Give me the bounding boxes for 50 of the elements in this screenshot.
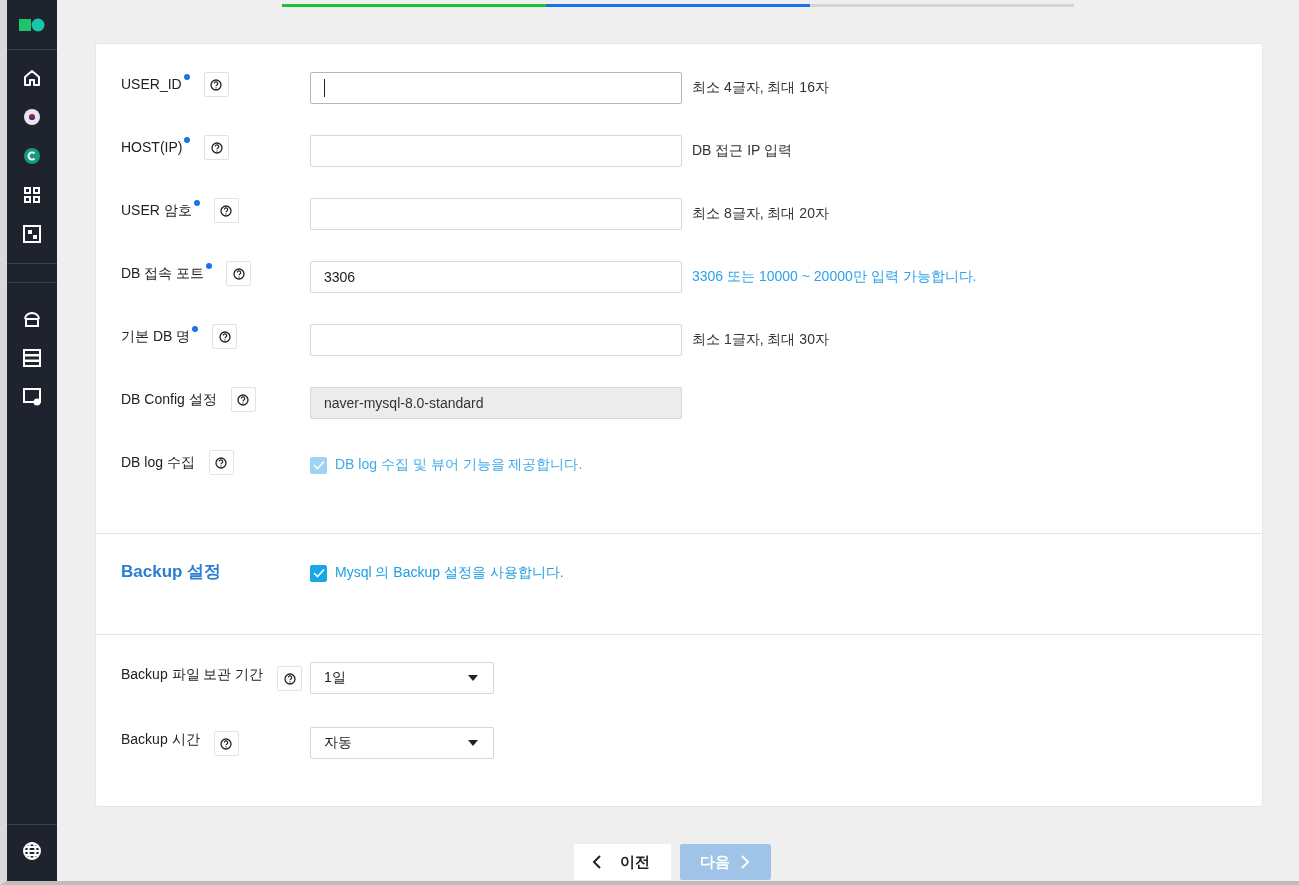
- dashboard-icon[interactable]: [22, 224, 42, 244]
- field-label: Backup 시간: [121, 731, 200, 749]
- dropdown[interactable]: 자동: [310, 727, 494, 759]
- field-hint: DB 접근 IP 입력: [692, 142, 793, 160]
- chevron-left-icon: [591, 855, 602, 869]
- field-label: DB Config 설정: [121, 391, 217, 409]
- help-icon[interactable]: [212, 324, 238, 349]
- monitor-icon[interactable]: [22, 387, 42, 407]
- logo-icon: [19, 17, 45, 32]
- field-label: Backup 파일 보관 기간: [121, 666, 264, 684]
- help-icon[interactable]: [230, 387, 256, 412]
- previous-button[interactable]: 이전: [573, 844, 671, 880]
- help-icon[interactable]: [203, 72, 229, 97]
- text-field[interactable]: 3306: [310, 261, 682, 293]
- field-label: 기본 DB 명: [121, 328, 191, 346]
- text-field[interactable]: [310, 324, 682, 356]
- help-icon[interactable]: [204, 135, 230, 160]
- home-icon[interactable]: [22, 68, 42, 88]
- dropdown[interactable]: 1일: [310, 662, 494, 694]
- checkbox-label: DB log 수집 및 뷰어 기능을 제공합니다.: [335, 456, 583, 474]
- help-icon[interactable]: [226, 261, 252, 286]
- checkbox[interactable]: [310, 564, 327, 582]
- field-label: DB 접속 포트: [121, 265, 205, 283]
- text-field[interactable]: [310, 198, 682, 230]
- help-icon[interactable]: [213, 731, 239, 756]
- dropdown-arrow-icon: [468, 675, 478, 681]
- field-hint: 최소 8글자, 최대 20자: [692, 205, 829, 223]
- cloud-server-icon[interactable]: [22, 309, 42, 329]
- text-cursor: [324, 79, 325, 97]
- section-title: Backup 설정: [121, 561, 222, 583]
- field-hint: 최소 4글자, 최대 16자: [692, 79, 829, 97]
- dropdown-arrow-icon: [468, 740, 478, 746]
- field-hint: 3306 또는 10000 ~ 20000만 입력 가능합니다.: [692, 268, 977, 286]
- field-label: USER 암호: [121, 202, 192, 220]
- globe-icon[interactable]: [22, 841, 42, 861]
- help-icon[interactable]: [213, 198, 239, 223]
- chevron-right-icon: [740, 855, 750, 869]
- flag-icon[interactable]: [22, 107, 42, 127]
- field-label: USER_ID: [121, 76, 182, 92]
- grid-icon[interactable]: [22, 185, 42, 205]
- help-icon[interactable]: [277, 666, 303, 691]
- readonly-field: naver-mysql-8.0-standard: [310, 387, 682, 419]
- server-icon[interactable]: [22, 348, 42, 368]
- letter-c-icon[interactable]: [22, 146, 42, 166]
- field-label: HOST(IP): [121, 139, 183, 155]
- text-field[interactable]: [310, 72, 682, 104]
- field-hint: 최소 1글자, 최대 30자: [692, 331, 829, 349]
- checkbox-label: Mysql 의 Backup 설정을 사용합니다.: [335, 564, 564, 582]
- text-field[interactable]: [310, 135, 682, 167]
- field-label: DB log 수집: [121, 454, 195, 472]
